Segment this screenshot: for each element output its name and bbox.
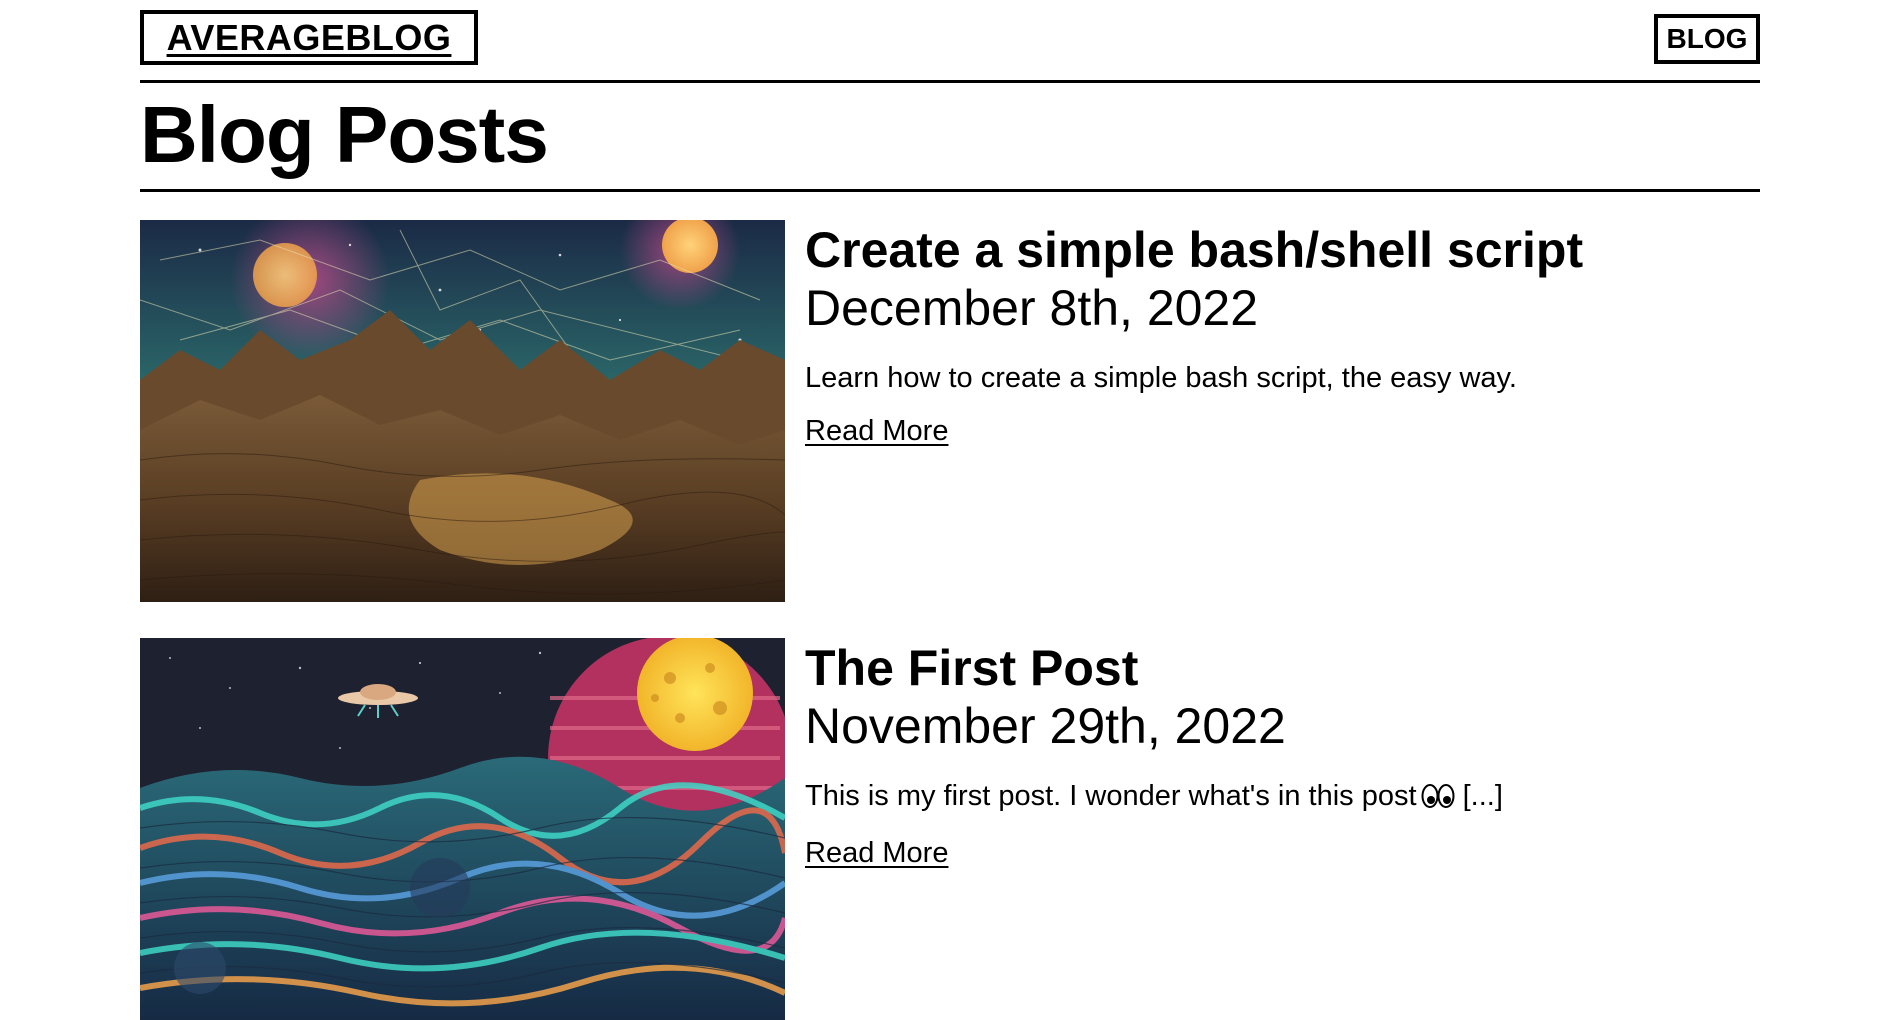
read-more-link[interactable]: Read More	[805, 837, 948, 870]
page-container: AVERAGEBLOG BLOG Blog Posts Create a sim…	[140, 0, 1760, 1020]
desert-mountains-night-sky-illustration	[140, 220, 785, 602]
site-logo-text: AVERAGEBLOG	[166, 16, 452, 58]
page-title-section: Blog Posts	[140, 83, 1760, 192]
post-body: The First Post November 29th, 2022 This …	[805, 638, 1503, 870]
page-title: Blog Posts	[140, 90, 549, 179]
ocean-waves-planet-ufo-illustration	[140, 638, 785, 1020]
post-date: November 29th, 2022	[805, 698, 1286, 754]
post-excerpt-text: This is my first post. I wonder what's i…	[805, 779, 1417, 812]
post-date: December 8th, 2022	[805, 280, 1259, 336]
site-header: AVERAGEBLOG BLOG	[140, 0, 1760, 83]
post-excerpt: Learn how to create a simple bash script…	[805, 361, 1517, 394]
post-title[interactable]: Create a simple bash/shell script	[805, 220, 1583, 280]
read-more-link[interactable]: Read More	[805, 415, 948, 448]
site-logo-link[interactable]: AVERAGEBLOG	[140, 10, 478, 65]
post-excerpt: This is my first post. I wonder what's i…	[805, 778, 1503, 820]
post-thumbnail-image[interactable]	[140, 638, 785, 1020]
nav-blog-button[interactable]: BLOG	[1654, 14, 1760, 64]
post-thumbnail-image[interactable]	[140, 220, 785, 602]
eyes-icon	[1421, 782, 1455, 820]
post-title[interactable]: The First Post	[805, 638, 1503, 698]
post-body: Create a simple bash/shell script Decemb…	[805, 220, 1583, 448]
post-excerpt-ellipsis: [...]	[1462, 779, 1503, 812]
